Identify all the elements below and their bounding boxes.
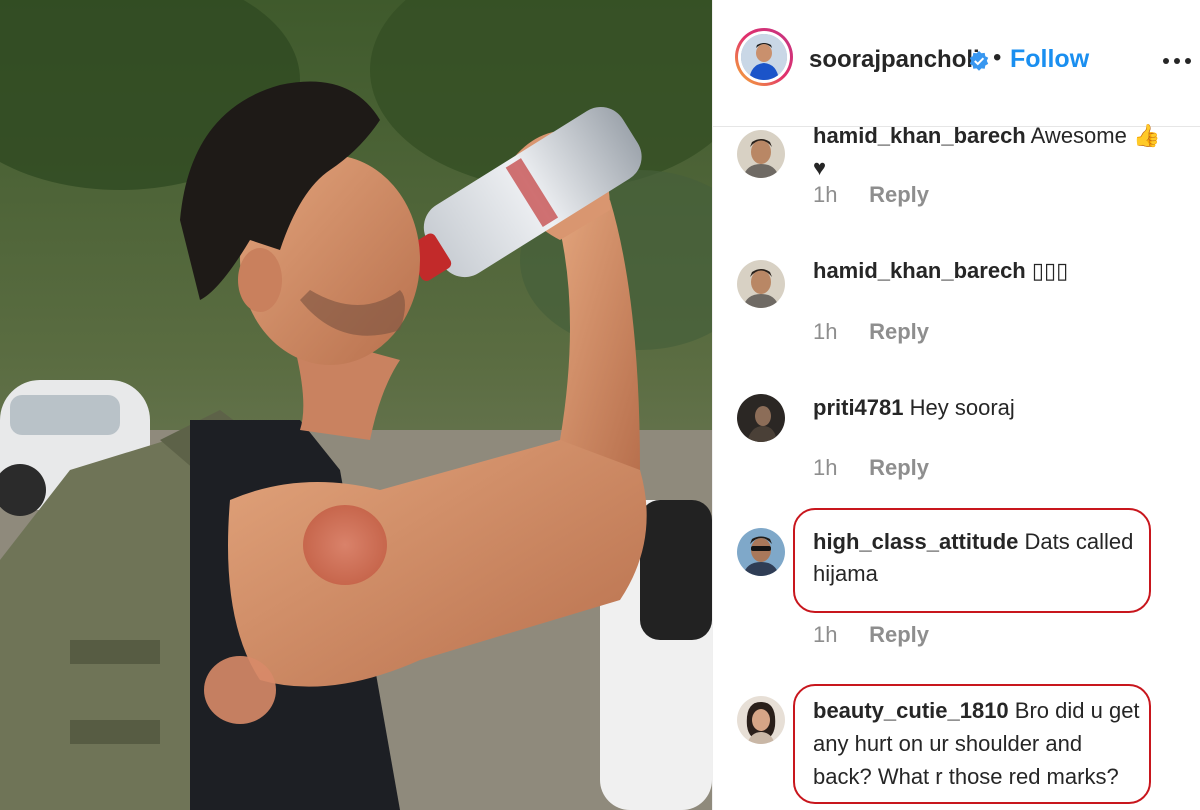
- reply-button[interactable]: Reply: [869, 455, 929, 480]
- commenter-avatar[interactable]: [737, 528, 785, 576]
- comment-meta: 1h Reply: [813, 455, 929, 481]
- more-options-icon[interactable]: [1163, 58, 1191, 68]
- comment-body: priti4781 Hey sooraj: [813, 392, 1163, 424]
- comment-time: 1h: [813, 182, 838, 207]
- commenter-avatar[interactable]: [737, 260, 785, 308]
- comments-panel: soorajpancholi • Follow hamid_khan_barec…: [712, 0, 1200, 810]
- author-avatar-image: [741, 34, 787, 80]
- follow-button[interactable]: Follow: [1010, 45, 1089, 74]
- commenter-avatar[interactable]: [737, 130, 785, 178]
- reply-button[interactable]: Reply: [869, 319, 929, 344]
- comment-body: hamid_khan_barech Awesome 👍♥: [813, 120, 1163, 184]
- comment-time: 1h: [813, 319, 838, 344]
- comment-username[interactable]: hamid_khan_barech: [813, 258, 1026, 283]
- comment-text: Hey sooraj: [909, 395, 1015, 420]
- header-separator: •: [993, 44, 1002, 71]
- commenter-avatar[interactable]: [737, 394, 785, 442]
- comment-username[interactable]: beauty_cutie_1810: [813, 698, 1009, 723]
- commenter-avatar[interactable]: [737, 696, 785, 744]
- comment-meta: 1h Reply: [813, 622, 929, 648]
- post-photo[interactable]: [0, 0, 712, 810]
- comment-body: beauty_cutie_1810 Bro did u get any hurt…: [813, 694, 1145, 793]
- author-username[interactable]: soorajpancholi: [809, 46, 980, 74]
- comment-username[interactable]: high_class_attitude: [813, 529, 1018, 554]
- comment-meta: 1h Reply: [813, 319, 929, 345]
- reply-button[interactable]: Reply: [869, 622, 929, 647]
- comment-username[interactable]: hamid_khan_barech: [813, 123, 1026, 148]
- comment-body: high_class_attitude Dats called hijama: [813, 526, 1143, 590]
- comment-text: ▯▯▯: [1031, 258, 1069, 283]
- verified-badge-icon: [969, 51, 989, 71]
- author-avatar[interactable]: [735, 28, 793, 86]
- post-header: soorajpancholi • Follow: [713, 0, 1200, 127]
- comment-time: 1h: [813, 622, 838, 647]
- photo-illustration: [0, 0, 712, 810]
- comment-username[interactable]: priti4781: [813, 395, 904, 420]
- comment-body: hamid_khan_barech ▯▯▯: [813, 255, 1163, 287]
- reply-button[interactable]: Reply: [869, 182, 929, 207]
- comment-meta: 1h Reply: [813, 182, 929, 208]
- comment-time: 1h: [813, 455, 838, 480]
